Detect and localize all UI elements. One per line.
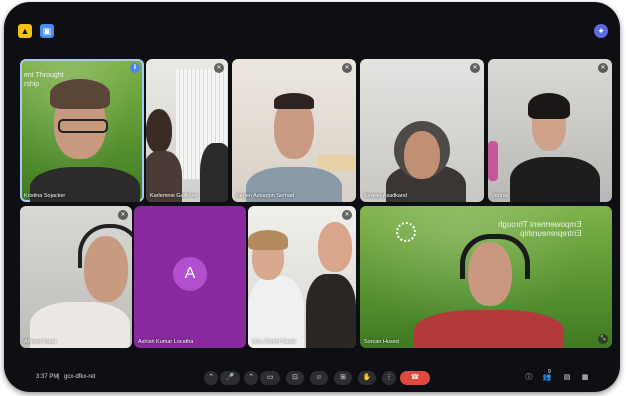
participant-name: Karlemnie Gaillever	[150, 193, 198, 199]
participant-body	[248, 276, 304, 348]
participant-head	[404, 131, 440, 179]
logo-ring-icon	[396, 222, 416, 242]
participant-hair	[274, 93, 314, 109]
mic-off-icon: ✕	[342, 63, 352, 73]
flowers	[488, 141, 498, 181]
end-call-icon: ☎	[410, 374, 420, 381]
participant-tile[interactable]: ✕ Joonar	[488, 59, 612, 202]
camera-icon: ▭	[266, 374, 274, 381]
mic-off-icon: ✕	[214, 63, 224, 73]
chevron-up-icon: ⌃	[248, 374, 254, 381]
present-icon: ⊞	[340, 374, 346, 381]
mic-off-icon: ✕	[342, 210, 352, 220]
participant-body-2	[306, 274, 356, 348]
blue-app-icon[interactable]: ▣	[40, 24, 54, 38]
chevron-up-icon: ⌃	[208, 374, 214, 381]
avatar: A	[173, 257, 207, 291]
participant-name: Ahmed Tonal	[24, 339, 57, 345]
participant-name: Sorcan Hused	[364, 339, 399, 345]
participant-body	[414, 310, 564, 348]
raise-hand-button[interactable]: ✋	[358, 371, 376, 385]
participant-tile[interactable]: A Ashish Kumar Locatha	[134, 206, 246, 348]
camera-button[interactable]: ▭	[260, 371, 280, 385]
participant-tile[interactable]: Empowerment Through Entrepreneurship Sor…	[360, 206, 612, 348]
activities-icon: ▦	[581, 374, 589, 381]
headphones	[78, 224, 132, 268]
more-icon: ⋮	[385, 374, 393, 381]
participant-tile[interactable]: ✕ Ahmed Tonal	[20, 206, 132, 348]
pin-icon[interactable]: ⤡	[598, 334, 608, 344]
participant-head	[146, 109, 172, 153]
activities-button[interactable]: ▦	[580, 373, 590, 383]
participant-name: Serkan Asadkand	[364, 193, 408, 199]
chat-button[interactable]: ▤	[562, 373, 572, 383]
emoji-icon: ☺	[315, 374, 323, 381]
emoji-button[interactable]: ☺	[310, 371, 328, 385]
mic-off-icon: ✕	[598, 63, 608, 73]
top-bar: ▲ ▣ ✦	[4, 2, 620, 42]
info-icon: ⓘ	[525, 374, 533, 381]
participant-name: Joonar	[492, 193, 509, 199]
glasses	[58, 119, 108, 133]
mic-off-icon: ✕	[118, 210, 128, 220]
participant-tile[interactable]: ✕ Serjen Asbarjon Serhad	[232, 59, 356, 202]
participant-name: Serjen Asbarjon Serhad	[236, 193, 295, 199]
participant-tile[interactable]: ✕ Serkan Asadkand	[360, 59, 484, 202]
meeting-time: 3:37 PM	[36, 374, 59, 380]
audio-options-button[interactable]: ⌃	[204, 371, 218, 385]
participant-body	[510, 157, 600, 202]
mic-icon: 🎤	[225, 374, 235, 381]
participant-tile[interactable]: ✕ Karlemnie Gaillever	[146, 59, 228, 202]
mic-off-icon: ✕	[470, 63, 480, 73]
participant-name: Lina Jovent Sarial	[252, 339, 296, 345]
video-options-button[interactable]: ⌃	[244, 371, 258, 385]
speaking-indicator-icon: ⦀	[130, 63, 140, 73]
more-options-button[interactable]: ⋮	[382, 371, 396, 385]
participant-hair	[50, 79, 110, 109]
participant-name: Ashish Kumar Locatha	[138, 339, 194, 345]
people-count-badge: 9	[548, 369, 551, 375]
participant-body-2	[200, 143, 228, 202]
meeting-code: gcx-dfkx-ret	[64, 374, 96, 380]
chat-icon: ▤	[563, 374, 571, 381]
captions-icon: ⊡	[292, 374, 298, 381]
raise-hand-icon: ✋	[362, 374, 372, 381]
participant-hair	[528, 93, 570, 119]
captions-button[interactable]: ⊡	[286, 371, 304, 385]
participant-tile[interactable]: ✕ Lina Jovent Sarial	[248, 206, 356, 348]
participant-hair	[248, 230, 288, 250]
shield-icon[interactable]: ✦	[594, 24, 608, 38]
participant-name: Kristina Sojacker	[24, 193, 66, 199]
present-button[interactable]: ⊞	[334, 371, 352, 385]
headphones	[460, 234, 530, 279]
end-call-button[interactable]: ☎	[400, 371, 430, 385]
meet-window: ▲ ▣ ✦ ent Throught rship ⦀ Kristina Soja…	[4, 2, 620, 392]
meeting-divider: |	[58, 374, 60, 380]
meeting-details-button[interactable]: ⓘ	[524, 373, 534, 383]
yellow-app-icon[interactable]: ▲	[18, 24, 32, 38]
participant-head-2	[318, 222, 352, 272]
participant-tile[interactable]: ent Throught rship ⦀ Kristina Sojacker	[20, 59, 144, 202]
people-button[interactable]: 👥 9	[542, 369, 552, 383]
shelf	[318, 155, 356, 171]
microphone-button[interactable]: 🎤	[220, 371, 240, 385]
